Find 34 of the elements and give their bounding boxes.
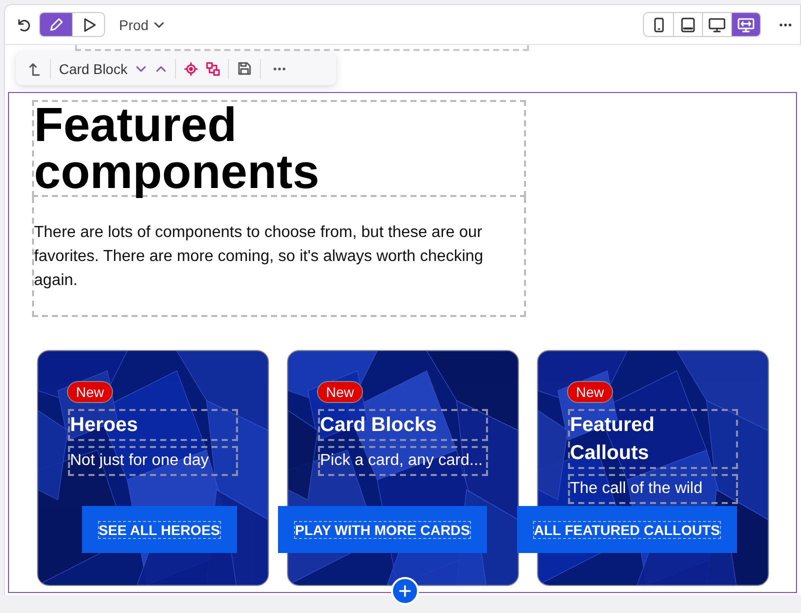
save-icon <box>237 61 252 76</box>
save-button[interactable] <box>237 61 252 76</box>
card-link-button[interactable]: SEE ALL HEROES <box>82 506 237 553</box>
card-link-button[interactable]: PLAY WITH MORE CARDS <box>278 506 487 553</box>
wide-view-button[interactable] <box>731 13 760 36</box>
section-heading: Featured components <box>34 102 320 196</box>
monitor-icon <box>708 16 726 32</box>
plus-icon <box>398 584 412 598</box>
new-badge: New <box>568 382 612 402</box>
environment-dropdown[interactable]: Prod <box>119 16 165 32</box>
card-description: The call of the wild <box>568 474 738 504</box>
hierarchy-icon <box>206 62 220 76</box>
more-icon <box>779 22 792 26</box>
card-description: Pick a card, any card... <box>318 446 488 476</box>
add-block-button[interactable] <box>391 577 419 605</box>
edit-mode-button[interactable] <box>40 13 72 36</box>
target-icon <box>184 62 198 76</box>
new-badge: New <box>68 382 112 402</box>
more-icon <box>273 66 286 70</box>
structure-button[interactable] <box>206 62 220 76</box>
pencil-icon <box>48 16 64 32</box>
section-paragraph: There are lots of components to choose from, but these are our favorites. There are more coming, so it's always worth checking again. <box>32 197 526 317</box>
block-label: Card Block <box>59 60 128 76</box>
arrow-up-icon <box>28 60 42 76</box>
select-parent-button[interactable] <box>28 60 42 76</box>
card-title: Featured Callouts <box>568 409 738 469</box>
new-badge: New <box>318 382 362 402</box>
wide-monitor-icon <box>737 16 755 32</box>
card-link-button[interactable]: ALL FEATURED CALLOUTS <box>516 506 737 553</box>
tablet-icon <box>679 16 697 32</box>
card-title: Card Blocks <box>318 409 488 441</box>
card-title: Heroes <box>68 409 238 441</box>
locate-button[interactable] <box>184 62 198 76</box>
card-description: Not just for one day <box>68 446 238 476</box>
